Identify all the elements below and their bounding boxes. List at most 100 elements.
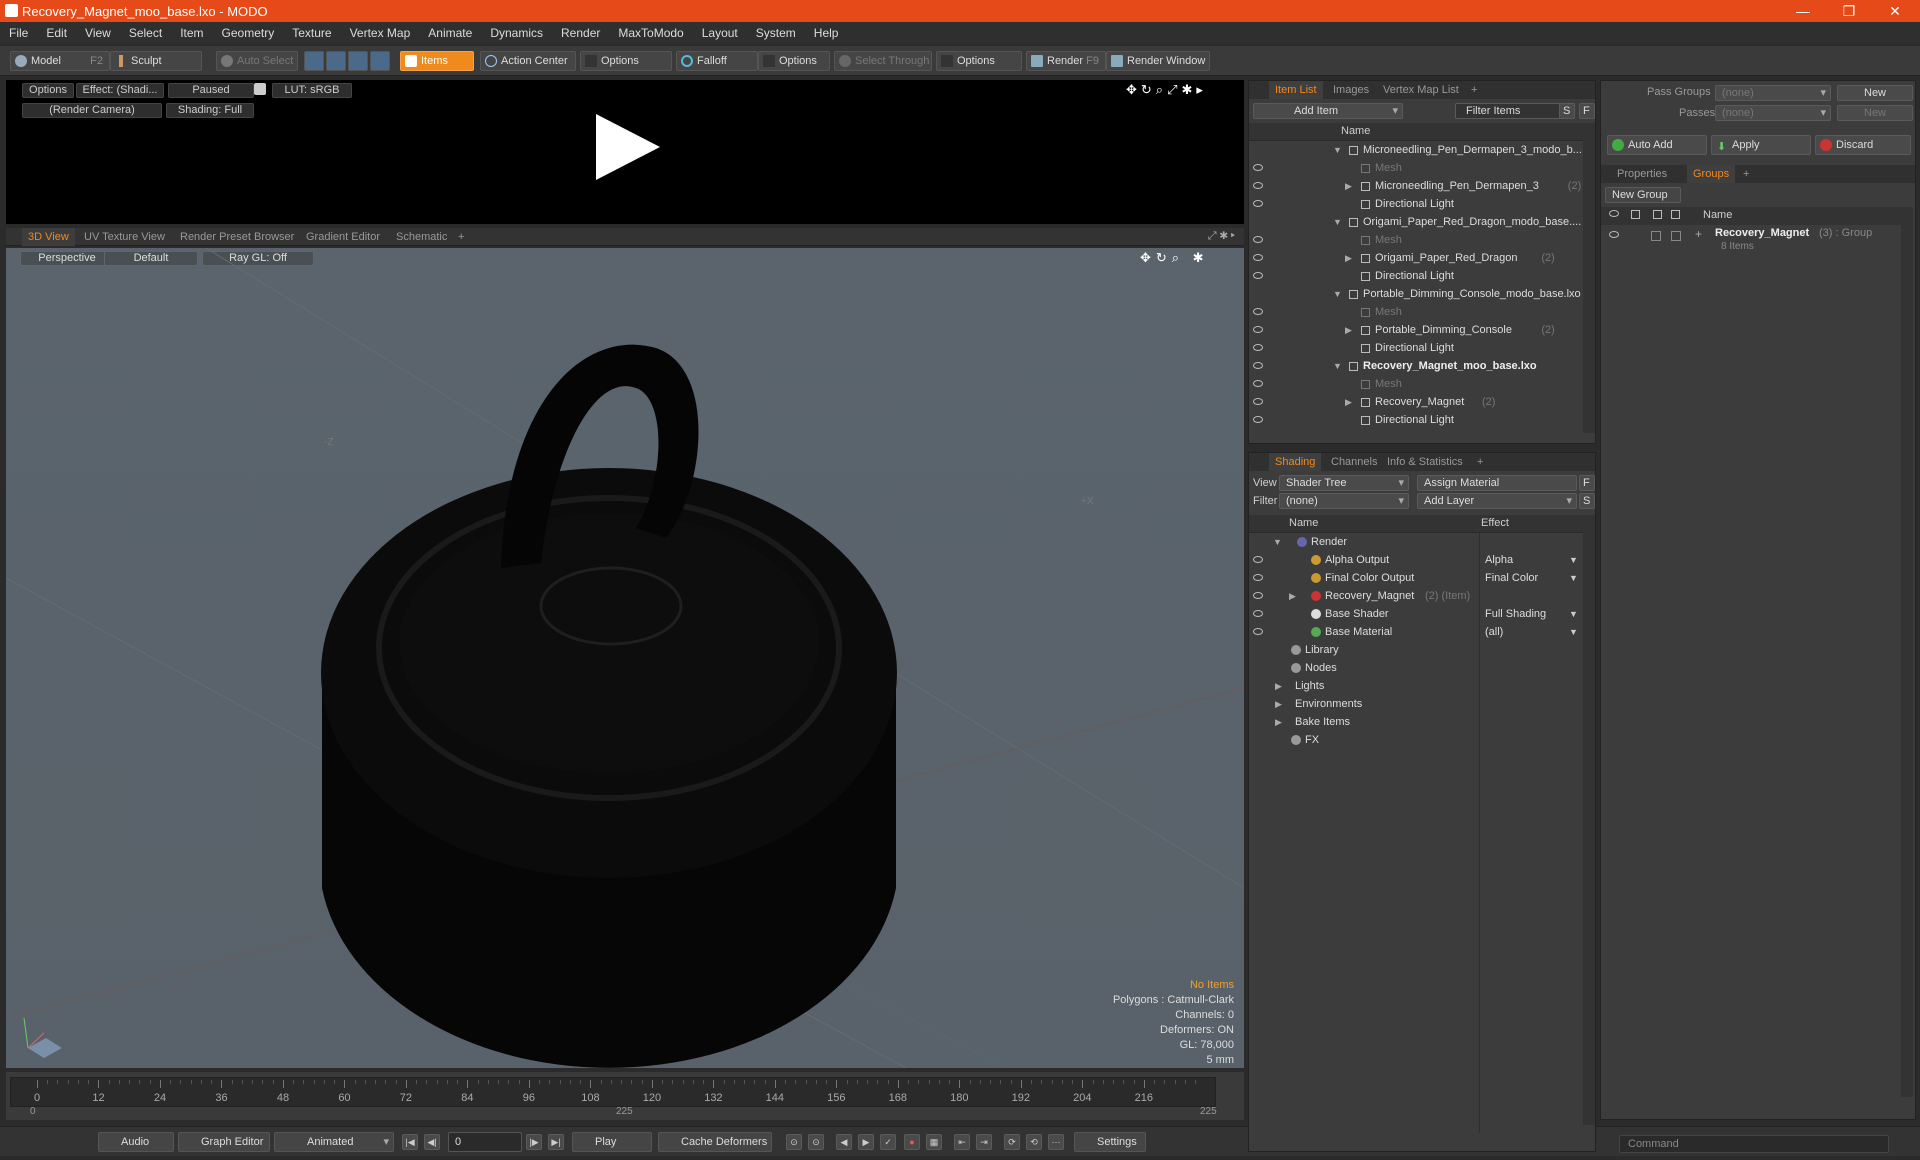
menu-layout[interactable]: Layout bbox=[693, 26, 747, 40]
loop-icon[interactable]: ⟳ bbox=[1004, 1134, 1020, 1150]
menu-help[interactable]: Help bbox=[805, 26, 848, 40]
item-list-s-button[interactable]: S bbox=[1559, 103, 1575, 119]
restore-icon[interactable]: ❐ bbox=[1826, 0, 1872, 22]
eye-icon[interactable] bbox=[1253, 416, 1263, 423]
apply-button[interactable]: ⬇ Apply bbox=[1711, 135, 1811, 155]
prev-frame-icon[interactable]: ◀ bbox=[836, 1134, 852, 1150]
shading-s-button[interactable]: S bbox=[1579, 493, 1595, 509]
tab-shading[interactable]: Shading bbox=[1269, 453, 1322, 471]
minimize-icon[interactable]: — bbox=[1780, 0, 1826, 22]
auto-select-button[interactable]: Auto Select bbox=[216, 51, 298, 71]
eye-icon[interactable] bbox=[1253, 254, 1263, 261]
shader-tree-row[interactable]: Final Color Output Final Color ▼ bbox=[1249, 569, 1583, 587]
chevron-down-icon[interactable]: ▼ bbox=[1569, 605, 1578, 623]
item-list-row[interactable]: ▶ Microneedling_Pen_Dermapen_3 (2) bbox=[1249, 177, 1583, 195]
vertex-select-icon[interactable] bbox=[304, 51, 324, 71]
play-button[interactable]: Play bbox=[572, 1132, 652, 1152]
tab-uv-texture-view[interactable]: UV Texture View bbox=[78, 228, 171, 246]
recovery-magnet-model[interactable] bbox=[321, 344, 897, 1068]
item-list-row[interactable]: Mesh bbox=[1249, 159, 1583, 177]
eye-icon[interactable] bbox=[1253, 398, 1263, 405]
item-list-row[interactable]: ▼ Microneedling_Pen_Dermapen_3_modo_b... bbox=[1249, 141, 1583, 159]
groups-scrollbar[interactable] bbox=[1901, 207, 1913, 1097]
next-key-icon[interactable]: |▶ bbox=[526, 1134, 542, 1150]
shader-tree-row[interactable]: Base Material (all) ▼ bbox=[1249, 623, 1583, 641]
eye-icon[interactable] bbox=[1253, 344, 1263, 351]
expand-arrow-icon[interactable]: ▼ bbox=[1273, 533, 1282, 551]
item-list-row[interactable]: ▼ Origami_Paper_Red_Dragon_modo_base.... bbox=[1249, 213, 1583, 231]
chevron-down-icon[interactable]: ▼ bbox=[1569, 551, 1578, 569]
tab-3d-view[interactable]: 3D View bbox=[22, 228, 75, 246]
eye-icon[interactable] bbox=[1253, 556, 1263, 563]
expand-arrow-icon[interactable]: ▶ bbox=[1275, 695, 1282, 713]
menu-maxtomodo[interactable]: MaxToModo bbox=[609, 26, 692, 40]
eye-icon[interactable] bbox=[1253, 380, 1263, 387]
eye-icon[interactable] bbox=[1253, 326, 1263, 333]
item-list-row[interactable]: Directional Light bbox=[1249, 195, 1583, 213]
key-icon[interactable]: ⊙ bbox=[786, 1134, 802, 1150]
tab-gradient-editor[interactable]: Gradient Editor bbox=[300, 228, 386, 246]
lut-dropdown[interactable]: LUT: sRGB bbox=[272, 83, 352, 98]
select-through-options-button[interactable]: Options bbox=[936, 51, 1022, 71]
menu-render[interactable]: Render bbox=[552, 26, 609, 40]
collapse-arrow-icon[interactable]: ▼ bbox=[1333, 285, 1342, 303]
shader-tree-row[interactable]: Nodes bbox=[1249, 659, 1583, 677]
item-list-row[interactable]: Directional Light bbox=[1249, 411, 1583, 429]
material-select-icon[interactable] bbox=[370, 51, 390, 71]
expand-arrow-icon[interactable]: ▶ bbox=[1345, 321, 1352, 339]
eye-icon[interactable] bbox=[1253, 362, 1263, 369]
snap-icon[interactable]: ⋯ bbox=[1048, 1134, 1064, 1150]
tab-render-preset-browser[interactable]: Render Preset Browser bbox=[174, 228, 300, 246]
eye-icon[interactable] bbox=[1253, 272, 1263, 279]
add-item-dropdown[interactable]: Add Item bbox=[1253, 103, 1403, 119]
item-list-row[interactable]: Directional Light bbox=[1249, 339, 1583, 357]
tab-groups[interactable]: Groups bbox=[1687, 165, 1736, 183]
menu-item[interactable]: Item bbox=[171, 26, 212, 40]
expand-arrow-icon[interactable]: ▶ bbox=[1275, 713, 1282, 731]
shader-tree-row[interactable]: ▶ Recovery_Magnet (2) (Item) bbox=[1249, 587, 1583, 605]
auto-add-button[interactable]: Auto Add bbox=[1607, 135, 1707, 155]
menu-dynamics[interactable]: Dynamics bbox=[481, 26, 552, 40]
falloff-options-button[interactable]: Options bbox=[758, 51, 830, 71]
settings-button[interactable]: Settings bbox=[1074, 1132, 1146, 1152]
last-frame-icon[interactable]: ▶| bbox=[548, 1134, 564, 1150]
record-icon[interactable]: ● bbox=[904, 1134, 920, 1150]
expand-arrow-icon[interactable]: ▶ bbox=[1289, 587, 1296, 605]
timeline-ruler[interactable]: 0 12 24 36 48 60 72 84 96 108 120 132 144 156 168 180 19… bbox=[10, 1077, 1216, 1107]
key-toggle-icon[interactable]: ✓ bbox=[880, 1134, 896, 1150]
items-mode-button[interactable]: Items bbox=[400, 51, 474, 71]
eye-icon[interactable] bbox=[1253, 610, 1263, 617]
3d-viewport[interactable]: Perspective Default Ray GL: Off ✥↻⌕ ✱ -Z… bbox=[6, 248, 1244, 1068]
effect-dropdown[interactable]: Full Shading bbox=[1485, 605, 1579, 623]
eye-icon[interactable] bbox=[1253, 592, 1263, 599]
sculpt-mode-button[interactable]: Sculpt bbox=[110, 51, 202, 71]
add-tab-button[interactable]: + bbox=[452, 228, 470, 246]
effect-dropdown[interactable]: (all) bbox=[1485, 623, 1579, 641]
collapse-arrow-icon[interactable]: ▼ bbox=[1333, 141, 1342, 159]
chevron-down-icon[interactable]: ▼ bbox=[1569, 569, 1578, 587]
effect-dropdown[interactable]: Alpha bbox=[1485, 551, 1579, 569]
shader-tree-row[interactable]: ▶ Bake Items bbox=[1249, 713, 1583, 731]
current-frame-input[interactable]: 0 bbox=[448, 1132, 522, 1152]
action-center-button[interactable]: Action Center bbox=[480, 51, 576, 71]
prev-key-icon[interactable]: ◀| bbox=[424, 1134, 440, 1150]
effect-dropdown[interactable]: Final Color bbox=[1485, 569, 1579, 587]
item-list-row[interactable]: Mesh bbox=[1249, 231, 1583, 249]
eye-icon[interactable] bbox=[1253, 182, 1263, 189]
menu-file[interactable]: File bbox=[0, 26, 37, 40]
new-pass-button[interactable]: New bbox=[1837, 105, 1913, 121]
timeline[interactable]: 0 12 24 36 48 60 72 84 96 108 120 132 144 156 168 180 19… bbox=[6, 1072, 1244, 1120]
render-button[interactable]: Render F9 bbox=[1026, 51, 1106, 71]
render-window-button[interactable]: Render Window bbox=[1106, 51, 1210, 71]
shader-tree-row[interactable]: ▶ Lights bbox=[1249, 677, 1583, 695]
expand-icon[interactable]: + bbox=[1695, 227, 1702, 241]
item-list-row[interactable]: ▶ Origami_Paper_Red_Dragon (2) bbox=[1249, 249, 1583, 267]
group-row[interactable]: + Recovery_Magnet (3) : Group 8 Items bbox=[1601, 227, 1901, 259]
menu-edit[interactable]: Edit bbox=[37, 26, 76, 40]
item-list-add-tab[interactable]: + bbox=[1465, 81, 1483, 99]
tab-schematic[interactable]: Schematic bbox=[390, 228, 453, 246]
add-layer-dropdown[interactable]: Add Layer bbox=[1417, 493, 1577, 509]
cache-deformers-button[interactable]: Cache Deformers bbox=[658, 1132, 772, 1152]
shader-tree-row[interactable]: Library bbox=[1249, 641, 1583, 659]
tab-info-statistics[interactable]: Info & Statistics bbox=[1381, 453, 1469, 471]
